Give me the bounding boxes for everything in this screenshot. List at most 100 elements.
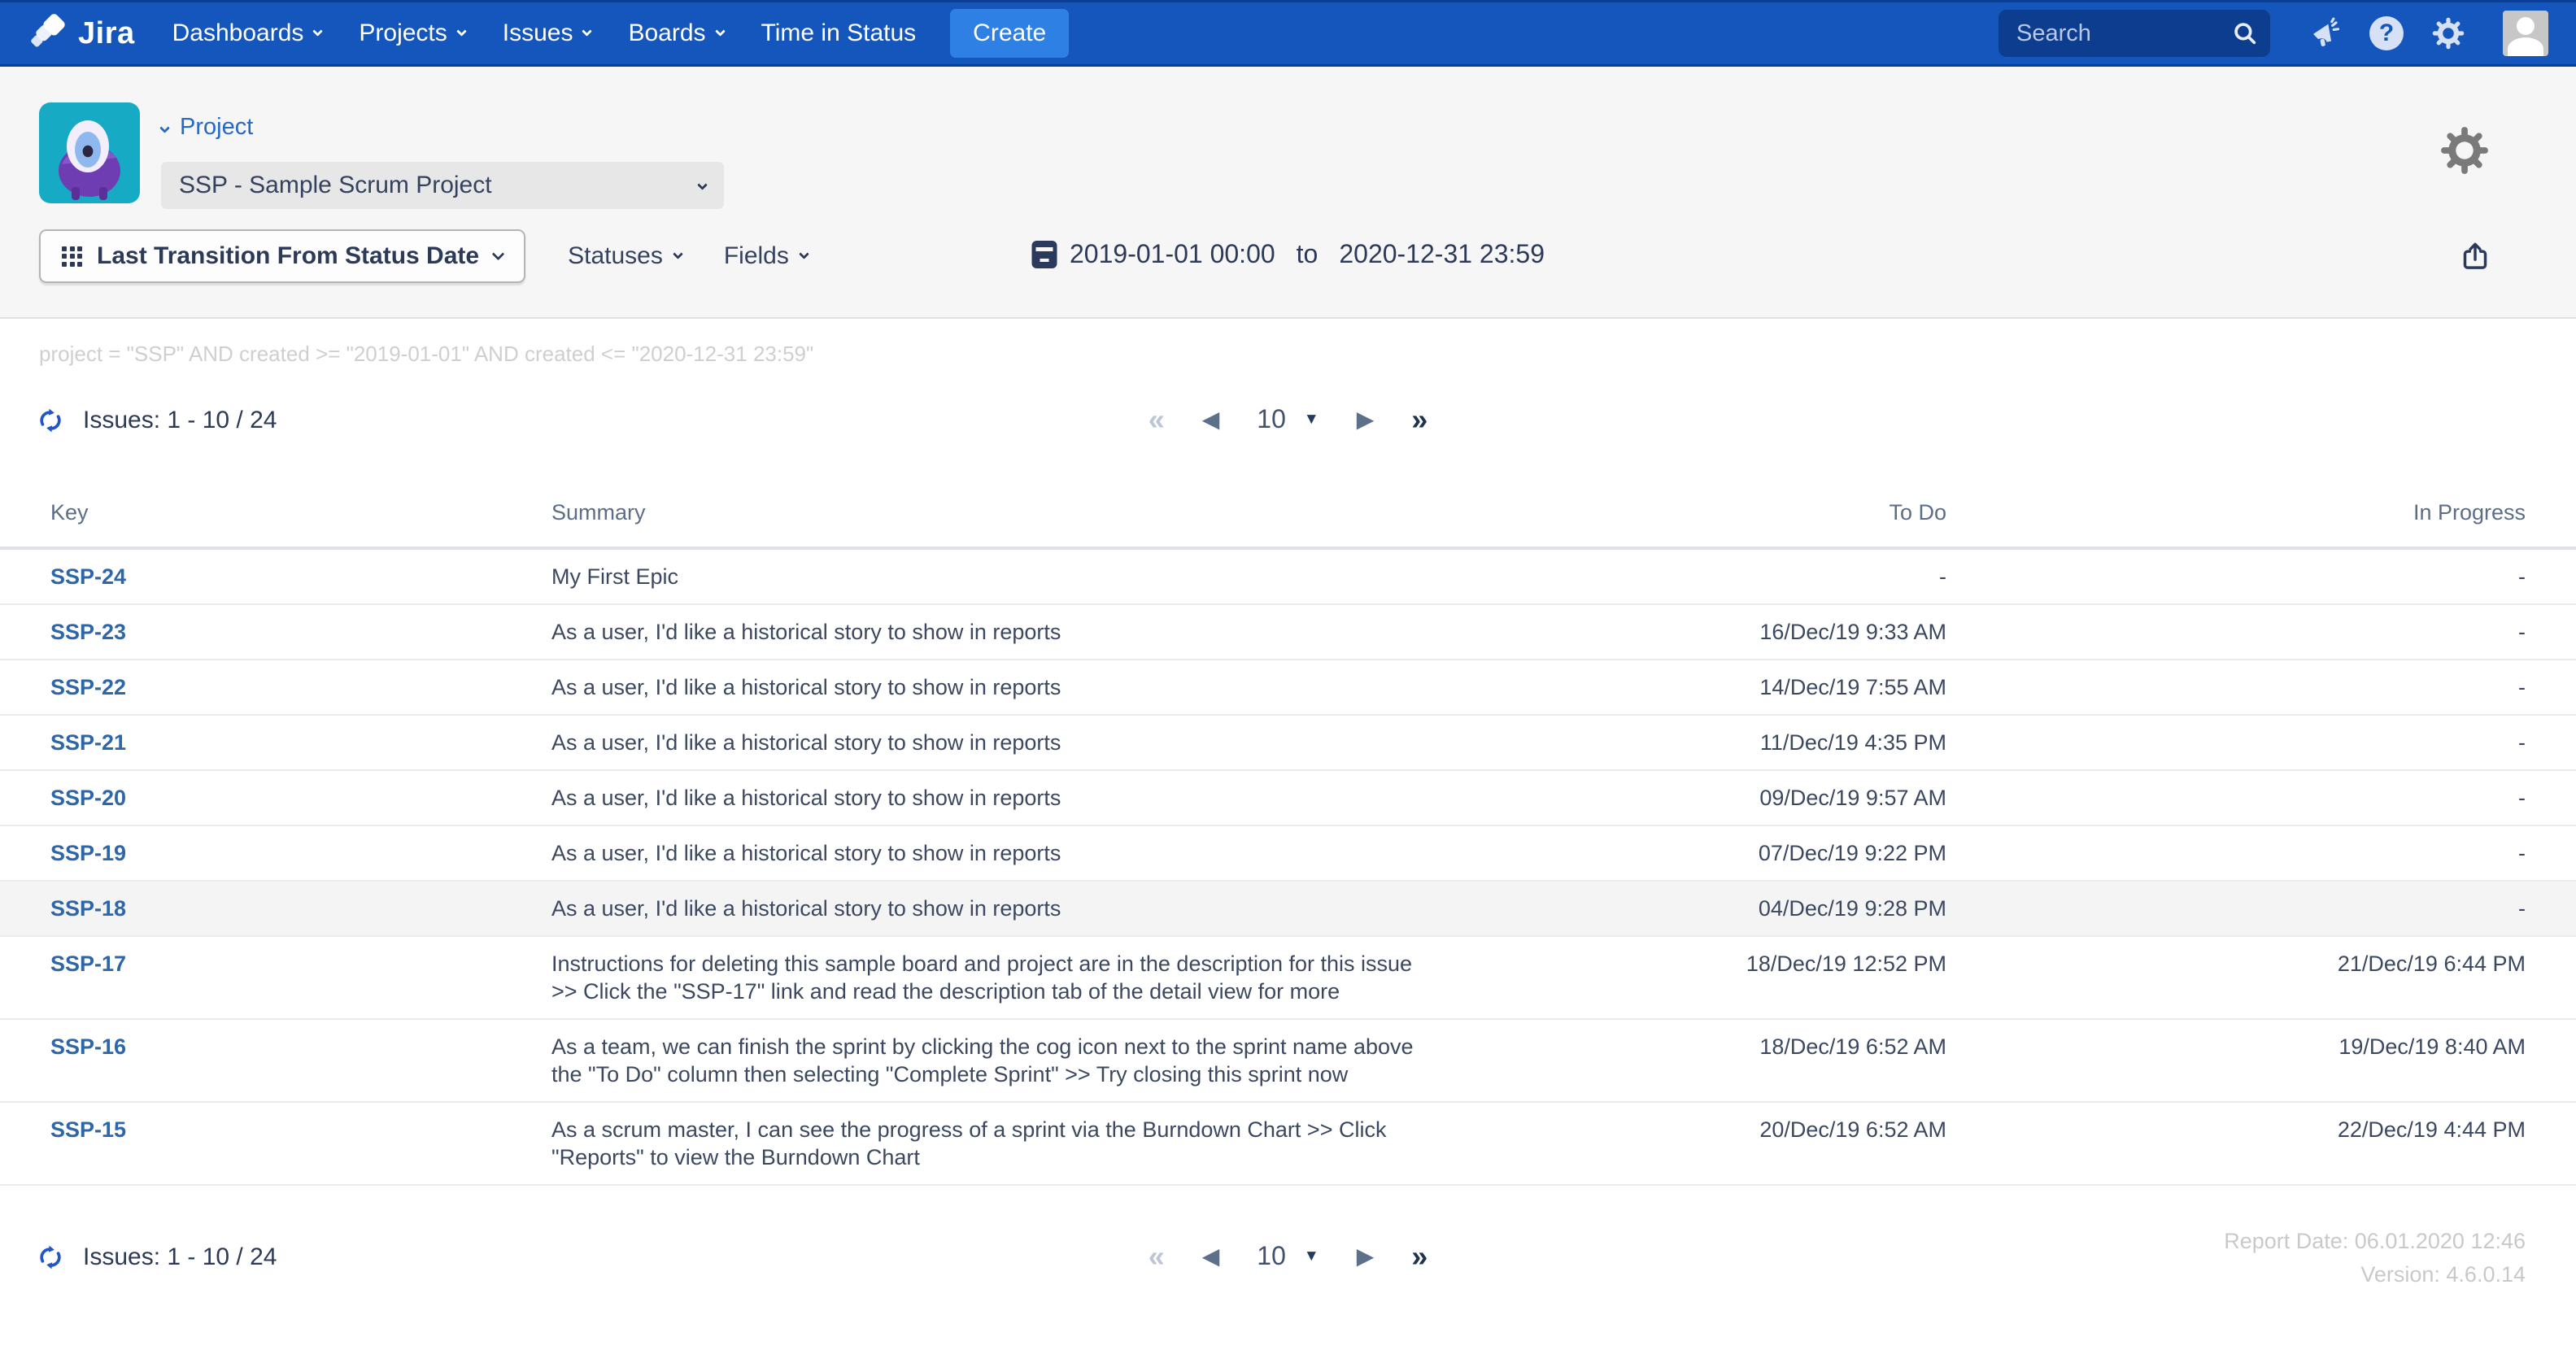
report-date-text: Report Date: 06.01.2020 12:46 [2224,1225,2526,1258]
date-range-picker[interactable]: 2019-01-01 00:00 to 2020-12-31 23:59 [1031,239,1545,269]
report-meta: Report Date: 06.01.2020 12:46 Version: 4… [2224,1225,2526,1291]
chevron-down-icon [582,26,593,37]
issue-key-link[interactable]: SSP-19 [50,841,126,865]
last-page-icon[interactable]: » [1411,405,1427,434]
settings-icon[interactable] [2430,15,2467,52]
table-row: SSP-21 As a user, I'd like a historical … [0,715,2576,770]
issue-inprogress-date: - [1946,881,2576,936]
issue-summary: As a user, I'd like a historical story t… [551,604,1434,660]
search-icon[interactable] [2231,20,2259,51]
version-text: Version: 4.6.0.14 [2224,1258,2526,1291]
pagination: « ◀ 10 ▼ ▶ » [1149,1241,1428,1271]
table-row: SSP-20 As a user, I'd like a historical … [0,770,2576,825]
issue-key-link[interactable]: SSP-22 [50,675,126,699]
nav-item-boards[interactable]: Boards [628,20,723,47]
issue-todo-date: 18/Dec/19 12:52 PM [1434,936,1946,1019]
top-nav: Jira Dashboards Projects Issues Boards T… [0,0,2576,67]
issue-inprogress-date: 22/Dec/19 4:44 PM [1946,1102,2576,1185]
date-to: 2020-12-31 23:59 [1339,239,1545,269]
create-button[interactable]: Create [950,9,1069,58]
issue-key-link[interactable]: SSP-21 [50,730,126,755]
refresh-icon[interactable] [36,1243,65,1272]
issue-todo-date: 16/Dec/19 9:33 AM [1434,604,1946,660]
announcement-icon[interactable] [2306,15,2343,52]
statuses-dropdown[interactable]: Statuses [568,242,682,270]
issue-inprogress-date: 19/Dec/19 8:40 AM [1946,1019,2576,1102]
chevron-down-icon [715,26,726,37]
issue-todo-date: - [1434,548,1946,604]
report-settings-icon[interactable] [2438,124,2491,181]
issue-summary: As a team, we can finish the sprint by c… [551,1019,1434,1102]
issue-summary: As a user, I'd like a historical story t… [551,660,1434,715]
search-input[interactable] [1998,10,2270,57]
issue-key-link[interactable]: SSP-24 [50,564,126,589]
grid-icon [62,246,82,267]
page-size-select[interactable]: 10 ▼ [1257,404,1319,434]
issue-key-link[interactable]: SSP-17 [50,952,126,976]
nav-item-dashboards[interactable]: Dashboards [172,20,322,47]
table-row: SSP-18 As a user, I'd like a historical … [0,881,2576,936]
page-size-select[interactable]: 10 ▼ [1257,1241,1319,1271]
issue-key-link[interactable]: SSP-15 [50,1117,126,1142]
report-content: project = "SSP" AND created >= "2019-01-… [0,342,2576,1308]
brand-title: Jira [78,16,135,51]
chevron-down-icon [799,249,809,259]
issues-table-body: SSP-24 My First Epic - - SSP-23 As a use… [0,548,2576,1185]
issue-summary: As a user, I'd like a historical story t… [551,715,1434,770]
refresh-icon[interactable] [36,406,65,435]
issues-table: Key Summary To Do In Progress SSP-24 My … [0,492,2576,1186]
chevron-down-icon [456,26,467,37]
issue-key-link[interactable]: SSP-23 [50,620,126,644]
chevron-down-icon [159,123,170,133]
first-page-icon[interactable]: « [1149,1242,1165,1271]
project-collapse-link[interactable]: Project [161,114,724,141]
issue-summary: As a user, I'd like a historical story t… [551,881,1434,936]
issue-inprogress-date: 21/Dec/19 6:44 PM [1946,936,2576,1019]
issue-key-link[interactable]: SSP-18 [50,896,126,921]
issue-inprogress-date: - [1946,548,2576,604]
chevron-down-icon [492,247,505,260]
user-avatar[interactable] [2503,11,2548,56]
table-header-row: Key Summary To Do In Progress [0,492,2576,548]
issue-summary: As a scrum master, I can see the progres… [551,1102,1434,1185]
project-select[interactable]: SSP - Sample Scrum Project [161,162,724,209]
issue-todo-date: 07/Dec/19 9:22 PM [1434,825,1946,881]
issue-summary: As a user, I'd like a historical story t… [551,770,1434,825]
calendar-icon [1031,241,1057,268]
export-icon[interactable] [2459,239,2491,277]
issue-todo-date: 11/Dec/19 4:35 PM [1434,715,1946,770]
chevron-down-icon [697,180,708,190]
table-row: SSP-19 As a user, I'd like a historical … [0,825,2576,881]
issue-key-link[interactable]: SSP-16 [50,1034,126,1059]
nav-item-time-in-status[interactable]: Time in Status [761,20,917,47]
issue-todo-date: 14/Dec/19 7:55 AM [1434,660,1946,715]
nav-item-issues[interactable]: Issues [503,20,591,47]
issue-summary: My First Epic [551,548,1434,604]
issue-inprogress-date: - [1946,660,2576,715]
column-header-todo: To Do [1434,492,1946,548]
issue-inprogress-date: - [1946,825,2576,881]
date-word-to: to [1297,239,1319,269]
jira-home-link[interactable]: Jira [28,11,135,57]
issues-count-block: Issues: 1 - 10 / 24 [36,1243,277,1272]
prev-page-icon[interactable]: ◀ [1202,408,1220,431]
help-icon[interactable]: ? [2368,15,2405,52]
next-page-icon[interactable]: ▶ [1357,408,1375,431]
table-row: SSP-15 As a scrum master, I can see the … [0,1102,2576,1185]
project-avatar-icon [39,102,140,203]
chevron-down-icon [673,249,683,259]
last-page-icon[interactable]: » [1411,1242,1427,1271]
prev-page-icon[interactable]: ◀ [1202,1245,1220,1268]
bottom-toolbar: Issues: 1 - 10 / 24 « ◀ 10 ▼ ▶ » Report … [0,1218,2576,1308]
chevron-down-icon [313,26,324,37]
date-field-dropdown[interactable]: Last Transition From Status Date [39,229,525,283]
fields-dropdown[interactable]: Fields [724,242,808,270]
issue-todo-date: 09/Dec/19 9:57 AM [1434,770,1946,825]
next-page-icon[interactable]: ▶ [1357,1245,1375,1268]
first-page-icon[interactable]: « [1149,405,1165,434]
jira-logo-icon [28,11,70,57]
issue-key-link[interactable]: SSP-20 [50,786,126,810]
issue-todo-date: 18/Dec/19 6:52 AM [1434,1019,1946,1102]
nav-item-projects[interactable]: Projects [359,20,464,47]
pagination: « ◀ 10 ▼ ▶ » [1149,404,1428,434]
